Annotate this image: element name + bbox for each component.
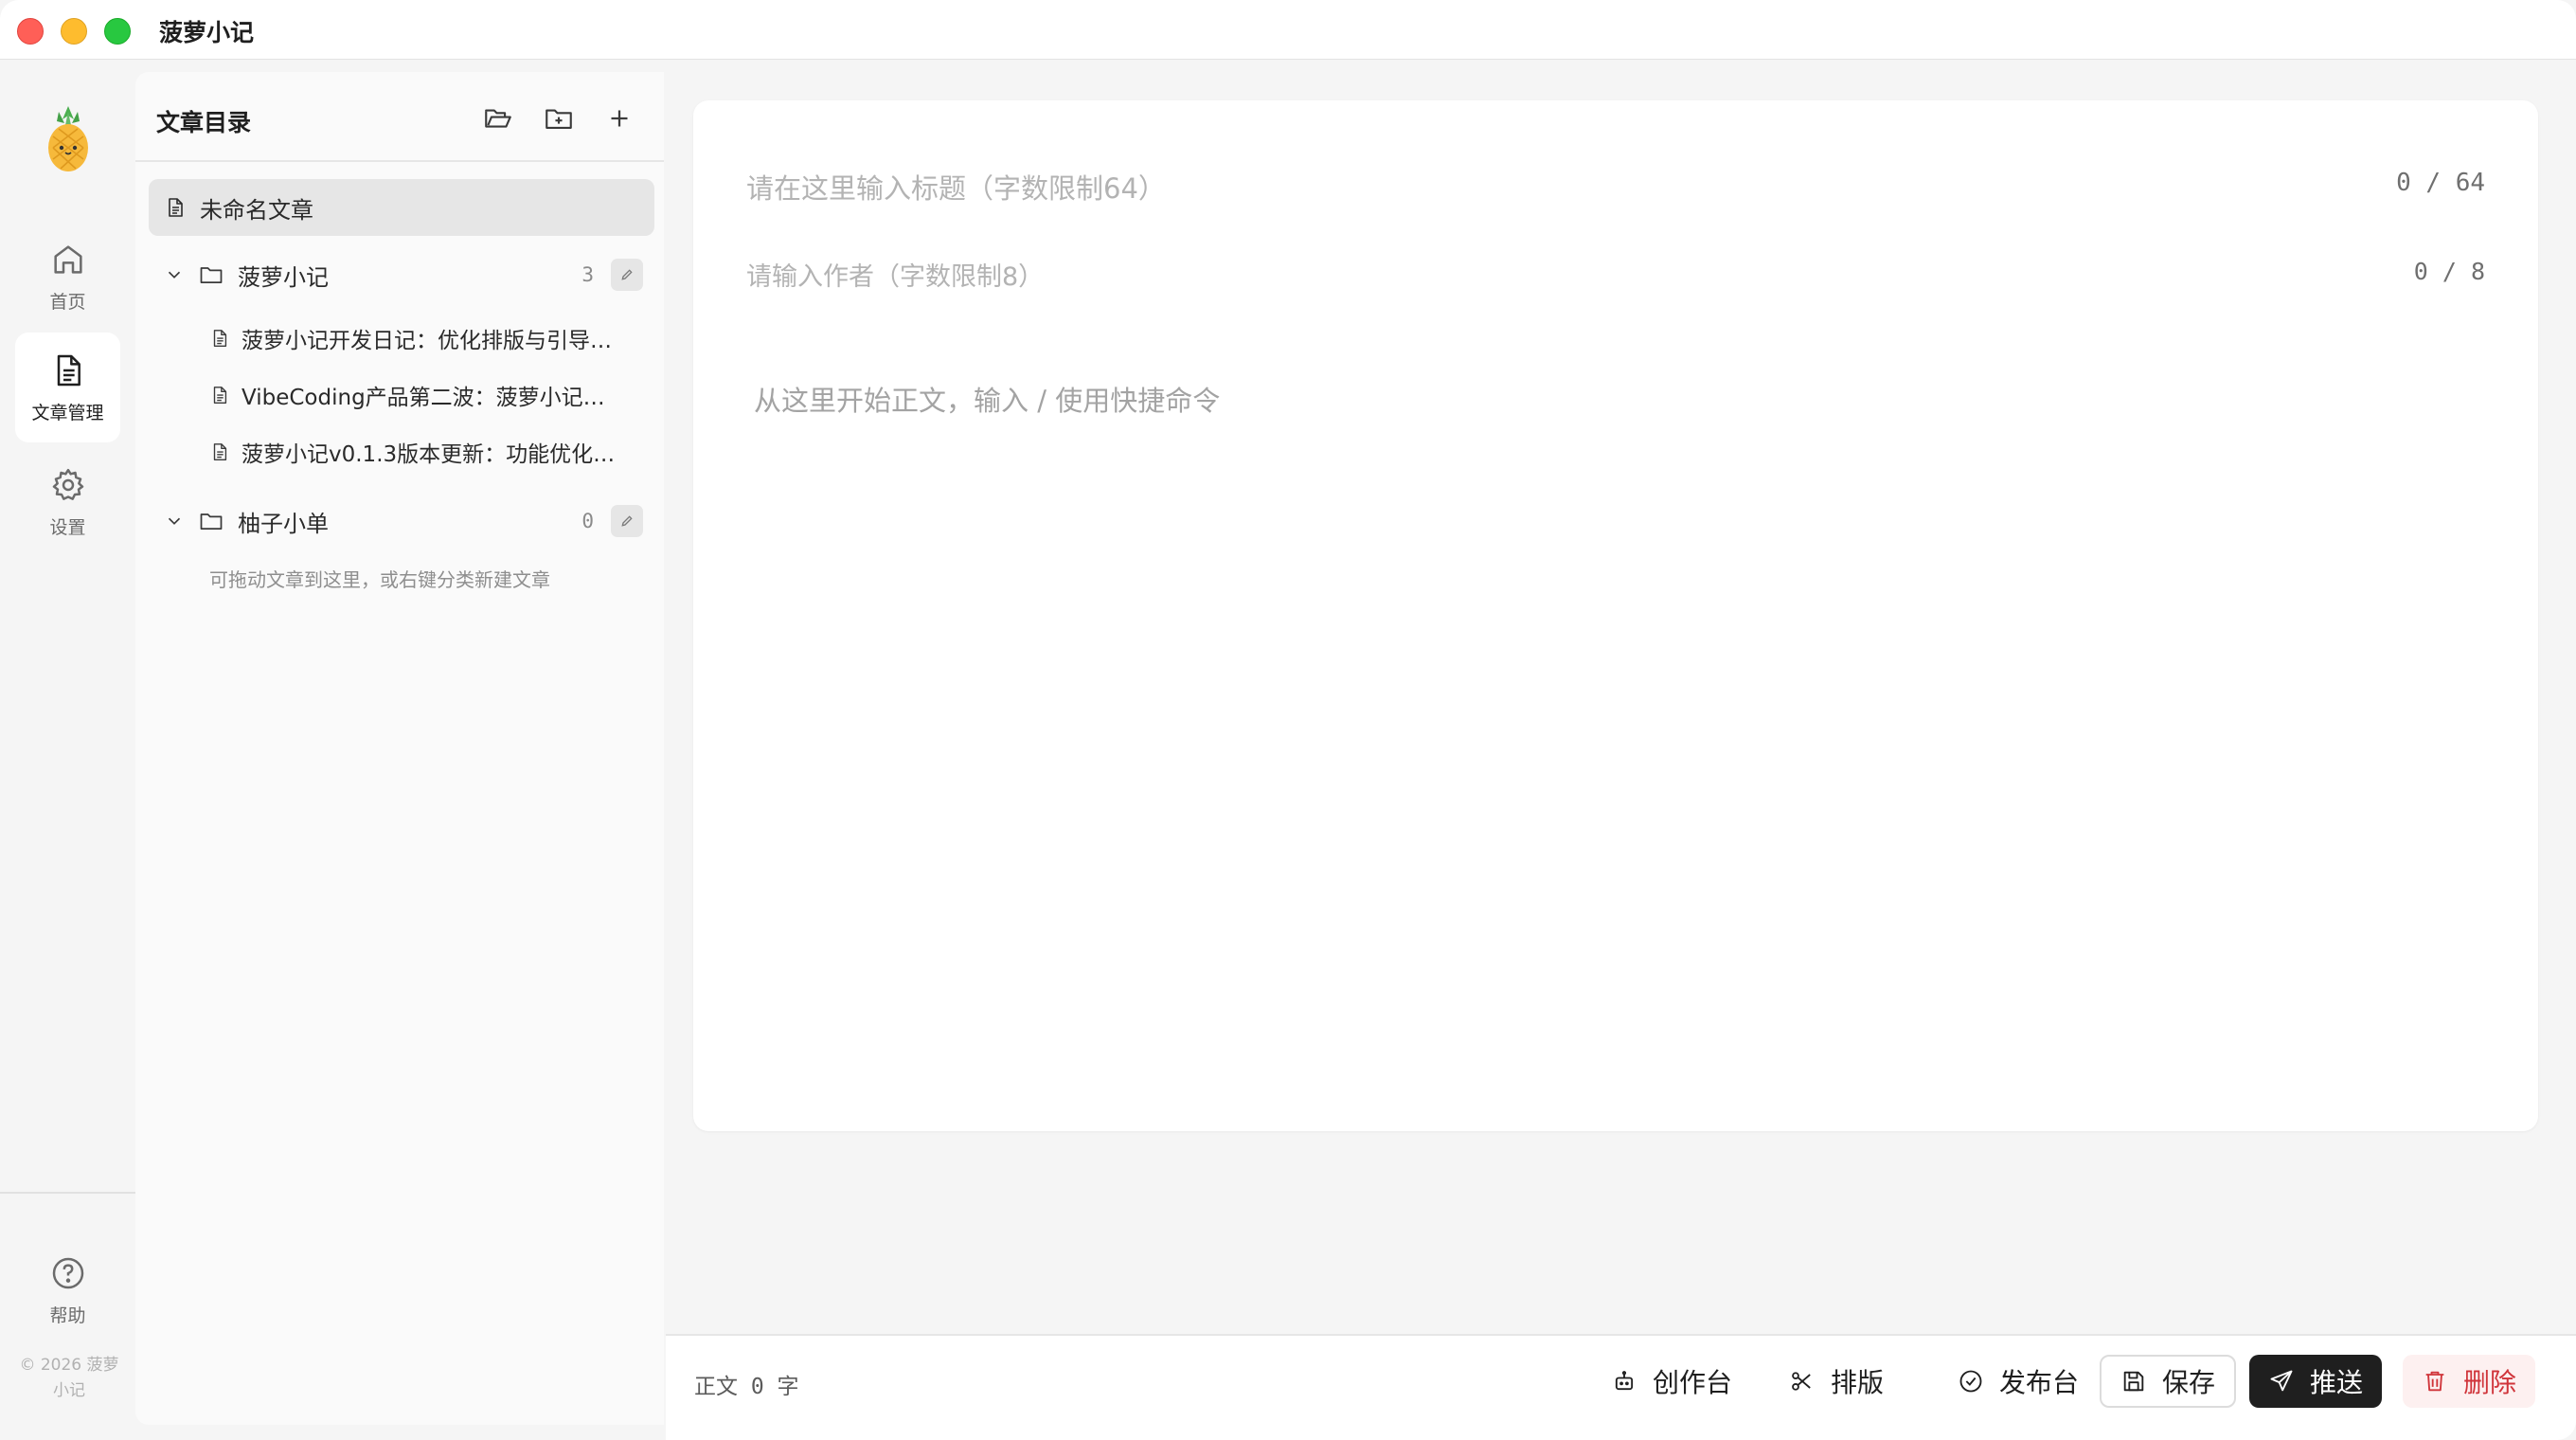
pencil-icon <box>621 269 633 280</box>
scissors-icon <box>1792 1372 1811 1391</box>
publish-button-label: 发布台 <box>1999 1367 2080 1398</box>
layout-button-label: 排版 <box>1831 1367 1885 1398</box>
robot-icon <box>1615 1371 1634 1391</box>
article-item[interactable]: 菠萝小记v0.1.3版本更新：功能优化… <box>209 428 645 476</box>
article-item[interactable]: 菠萝小记开发日记：优化排版与引导… <box>209 315 645 362</box>
folder-name: 柚子小单 <box>238 510 329 537</box>
document-icon <box>57 354 80 386</box>
folder-plus-icon <box>546 109 572 129</box>
nav-articles[interactable]: 文章管理 <box>15 333 120 442</box>
article-item[interactable]: VibeCoding产品第二波：菠萝小记… <box>209 371 645 419</box>
new-article-button[interactable] <box>603 102 635 135</box>
folder-name: 菠萝小记 <box>238 263 329 291</box>
window-title: 菠萝小记 <box>159 19 255 46</box>
folder-item[interactable]: 柚子小单 0 <box>164 495 643 548</box>
open-folder-button[interactable] <box>482 102 514 135</box>
new-folder-button[interactable] <box>543 102 575 135</box>
help-icon <box>52 1257 83 1288</box>
folder-icon <box>200 513 223 531</box>
minimize-window-button[interactable] <box>61 18 87 45</box>
nav-help-label: 帮助 <box>49 1305 86 1326</box>
title-char-count: 0 / 64 <box>2396 169 2485 197</box>
delete-button-label: 删除 <box>2463 1367 2517 1398</box>
folder-item[interactable]: 菠萝小记 3 <box>164 248 643 301</box>
bottom-toolbar: 正文 0 字 创作台 排版 发布台 保存 推送 删除 <box>666 1334 2576 1440</box>
save-button-label: 保存 <box>2162 1367 2216 1398</box>
nav-home-label: 首页 <box>49 291 86 313</box>
word-count: 正文 0 字 <box>694 1375 799 1399</box>
current-article-item[interactable]: 未命名文章 <box>149 179 654 236</box>
document-icon <box>213 443 227 460</box>
directory-header: 文章目录 <box>135 72 664 162</box>
edit-folder-button[interactable] <box>611 505 643 537</box>
studio-button-label: 创作台 <box>1653 1367 1733 1398</box>
send-icon <box>2270 1370 2293 1392</box>
nav-settings[interactable]: 设置 <box>15 447 120 557</box>
folder-icon <box>200 267 223 284</box>
edit-folder-button[interactable] <box>611 259 643 291</box>
current-article-title: 未命名文章 <box>200 196 313 224</box>
pencil-icon <box>621 515 633 527</box>
title-input[interactable]: 请在这里输入标题（字数限制64） <box>746 167 1166 207</box>
editor-card: 请在这里输入标题（字数限制64） 0 / 64 请输入作者（字数限制8） 0 /… <box>693 100 2538 1131</box>
gear-icon <box>52 468 83 500</box>
save-button[interactable]: 保存 <box>2100 1355 2237 1408</box>
home-icon <box>53 244 82 274</box>
article-title: 菠萝小记v0.1.3版本更新：功能优化… <box>242 442 616 467</box>
push-button-label: 推送 <box>2310 1367 2364 1398</box>
nav-home[interactable]: 首页 <box>15 222 120 332</box>
chevron-down-icon[interactable] <box>164 511 185 531</box>
push-button[interactable]: 推送 <box>2249 1355 2383 1408</box>
body-editor[interactable]: 从这里开始正文，输入 / 使用快捷命令 <box>754 379 1220 419</box>
maximize-window-button[interactable] <box>104 18 131 45</box>
nav-rail: 首页 文章管理 设置 帮助 © 2026 菠萝小记 <box>0 61 135 1440</box>
article-title: VibeCoding产品第二波：菠萝小记… <box>242 386 605 410</box>
article-title: 菠萝小记开发日记：优化排版与引导… <box>242 329 612 353</box>
empty-folder-hint: 可拖动文章到这里，或右键分类新建文章 <box>209 568 550 591</box>
folder-count: 0 <box>581 510 594 532</box>
copyright-text: © 2026 菠萝小记 <box>19 1356 119 1400</box>
document-icon <box>169 198 183 217</box>
close-window-button[interactable] <box>17 18 44 45</box>
document-icon <box>213 330 227 347</box>
document-icon <box>213 387 227 404</box>
folder-count: 3 <box>581 263 594 286</box>
layout-button[interactable]: 排版 <box>1770 1355 1903 1408</box>
directory-title: 文章目录 <box>156 109 252 136</box>
rail-divider <box>0 1192 135 1194</box>
nav-articles-label: 文章管理 <box>31 402 104 423</box>
studio-button[interactable]: 创作台 <box>1592 1355 1751 1408</box>
app-window: 菠萝小记 首页 文章管理 设置 帮助 © 2026 菠萝小记 文章目录 未命名文… <box>0 0 2576 1440</box>
chevron-down-icon[interactable] <box>164 264 185 285</box>
nav-help[interactable]: 帮助 <box>15 1235 120 1345</box>
author-input[interactable]: 请输入作者（字数限制8） <box>746 256 1044 293</box>
trash-icon <box>2425 1371 2444 1392</box>
article-directory: 文章目录 未命名文章 菠萝小记 3 菠萝小记开发日记：优化排版与引导… Vibe… <box>135 72 664 1425</box>
author-char-count: 0 / 8 <box>2413 258 2485 285</box>
delete-button[interactable]: 删除 <box>2403 1355 2536 1408</box>
nav-settings-label: 设置 <box>49 516 86 538</box>
publish-button[interactable]: 发布台 <box>1939 1355 2098 1408</box>
plus-icon <box>611 110 628 127</box>
save-icon <box>2123 1371 2144 1392</box>
title-bar: 菠萝小记 <box>0 0 2576 60</box>
pineapple-logo-icon <box>40 102 97 174</box>
check-circle-icon <box>1959 1370 1982 1393</box>
folder-open-icon <box>485 109 511 128</box>
